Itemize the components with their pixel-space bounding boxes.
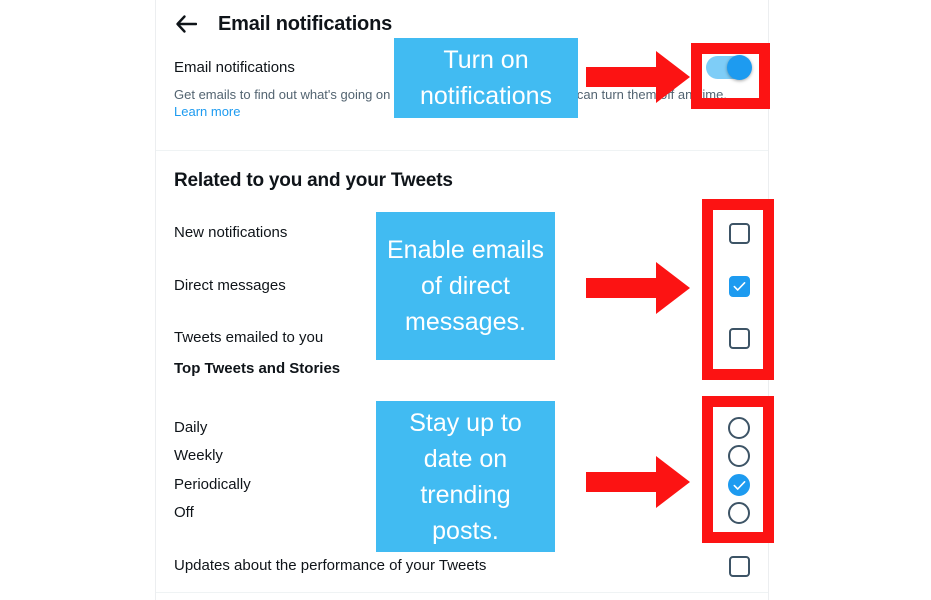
radio-label: Off — [174, 504, 194, 521]
highlight-box-radios — [702, 396, 774, 543]
arrow-right-icon — [586, 47, 691, 107]
back-button[interactable] — [169, 7, 203, 41]
highlight-box-toggle — [691, 43, 770, 109]
radio-label: Periodically — [174, 476, 251, 493]
option-label: Direct messages — [174, 277, 286, 294]
callout-enable-direct-messages: Enable emails of direct messages. — [376, 212, 555, 360]
radio-label: Weekly — [174, 447, 223, 464]
highlight-box-checkboxes — [702, 199, 774, 380]
section-title-related: Related to you and your Tweets — [174, 170, 453, 191]
radio-label: Daily — [174, 419, 208, 436]
section-divider — [156, 592, 768, 593]
option-label: Tweets emailed to you — [174, 329, 324, 346]
arrow-right-icon — [586, 452, 691, 512]
option-label: Updates about the performance of your Tw… — [174, 557, 487, 574]
section-title-top-tweets: Top Tweets and Stories — [174, 360, 341, 377]
arrow-right-icon — [586, 258, 691, 318]
arrow-left-icon — [175, 14, 197, 34]
checkbox-updates-performance[interactable] — [729, 555, 750, 577]
page-title: Email notifications — [218, 12, 393, 35]
callout-turn-on-notifications: Turn on notifications — [394, 38, 578, 118]
option-label: New notifications — [174, 224, 288, 241]
section-divider — [156, 150, 768, 151]
option-row-updates-performance[interactable]: Updates about the performance of your Tw… — [156, 553, 768, 579]
email-notifications-label: Email notifications — [174, 58, 295, 76]
learn-more-link[interactable]: Learn more — [174, 104, 240, 120]
callout-stay-up-to-date: Stay up to date on trending posts. — [376, 401, 555, 552]
